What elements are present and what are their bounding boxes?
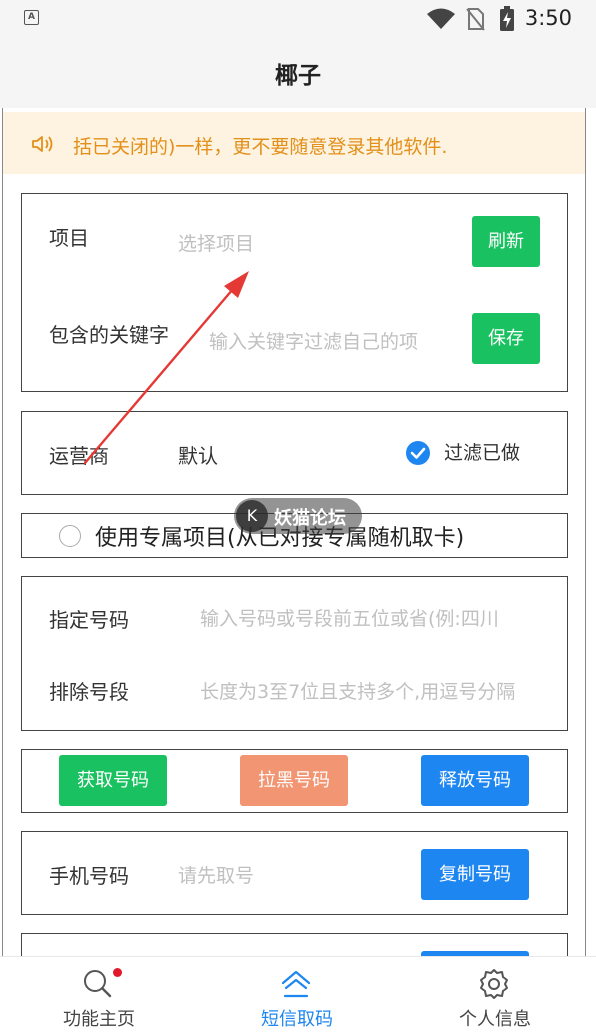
bottom-nav: 功能主页 短信取码 个人信息 [0,956,596,1032]
page-title: 椰子 [275,63,321,89]
filter-label: 过滤已做 [444,442,521,464]
status-time: 3:50 [524,6,572,30]
save-button[interactable]: 保存 [472,313,540,364]
project-select[interactable]: 选择项目 [178,229,458,256]
notice-bar: 括已关闭的)一样，更不要随意登录其他软件. [3,112,585,174]
project-label: 项目 [49,226,89,250]
no-sim-icon [466,8,485,31]
battery-icon [500,6,514,31]
wifi-icon [427,8,455,29]
exclude-segment-label: 排除号段 [49,680,129,704]
nav-profile[interactable]: 个人信息 [396,957,594,1032]
filter-checkbox[interactable] [406,441,430,465]
watermark-text: 妖猫论坛 [274,508,346,529]
phone-number-field[interactable]: 请先取号 [178,861,398,888]
get-number-button[interactable]: 获取号码 [59,755,167,806]
nav-profile-label: 个人信息 [459,1009,531,1030]
nav-home[interactable]: 功能主页 [0,957,198,1032]
exclusive-radio[interactable] [59,525,81,547]
specified-number-input[interactable]: 输入号码或号段前五位或省(例:四川 [200,604,540,631]
status-bar: A 3:50 [0,0,596,36]
exclude-segment-input[interactable]: 长度为3至7位且支持多个,用逗号分隔 [200,677,540,704]
watermark-logo: K [236,500,268,532]
number-card [21,576,568,731]
speaker-icon [32,136,53,152]
carrier-label: 运营商 [49,444,109,468]
nav-sms[interactable]: 短信取码 [198,957,396,1032]
notice-text: 括已关闭的)一样，更不要随意登录其他软件. [73,136,448,158]
notification-badge [113,968,122,977]
refresh-button[interactable]: 刷新 [472,216,540,267]
app-bar: 椰子 [0,36,596,108]
specified-number-label: 指定号码 [49,608,129,632]
phone-label: 手机号码 [49,864,129,888]
blacklist-number-button[interactable]: 拉黑号码 [240,755,348,806]
nav-sms-label: 短信取码 [261,1009,333,1030]
forum-watermark: K 妖猫论坛 [234,498,362,534]
keyword-input[interactable]: 输入关键字过滤自己的项 [209,327,459,354]
nav-home-label: 功能主页 [63,1009,135,1030]
carrier-select[interactable]: 默认 [178,440,218,469]
search-icon [84,970,112,998]
copy-number-button[interactable]: 复制号码 [421,849,529,900]
notification-icon: A [24,10,39,25]
release-number-button[interactable]: 释放号码 [421,755,529,806]
gear-icon [480,969,508,999]
keyword-label: 包含的关键字 [49,323,169,347]
home-icon [281,970,311,998]
checkmark-icon [410,447,426,459]
